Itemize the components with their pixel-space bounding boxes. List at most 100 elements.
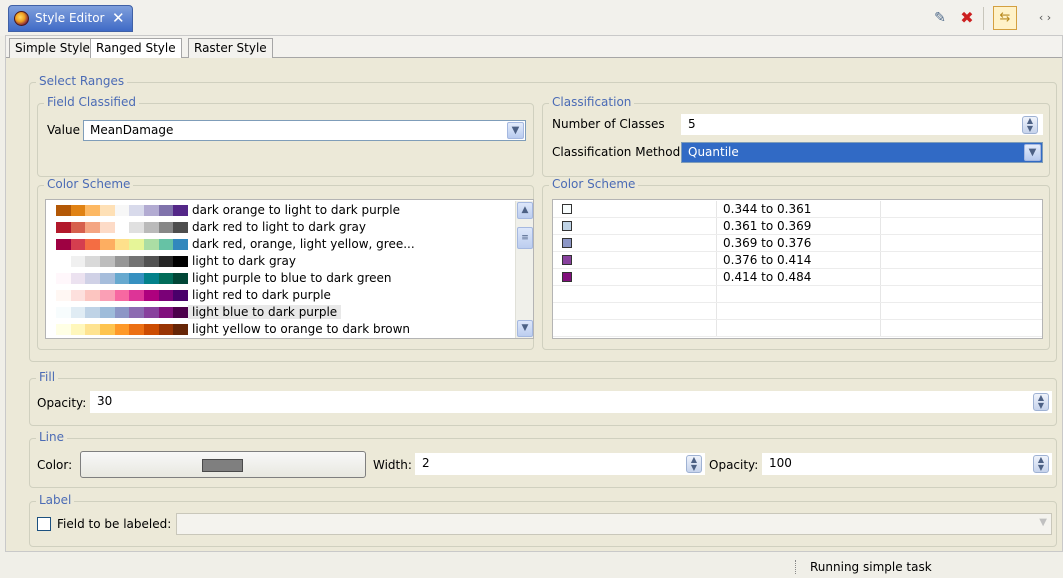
table-row[interactable]: 0.414 to 0.484 (553, 269, 1042, 286)
color-ramp-swatch (56, 273, 189, 284)
view-tab-style-editor[interactable]: Style Editor ✕ (8, 5, 133, 32)
color-scheme-item-label: light yellow to orange to dark brown (192, 322, 411, 336)
delete-style-icon[interactable]: ✖ (957, 8, 977, 28)
view-tab-bar: Style Editor ✕ ✎ ✖ ⇆ ‹ › (0, 0, 1063, 36)
color-scheme-classes-title: Color Scheme (549, 177, 639, 191)
field-classified-title: Field Classified (44, 95, 139, 109)
fill-title: Fill (36, 370, 59, 384)
color-scheme-item-label: light purple to blue to dark green (192, 271, 392, 285)
color-scheme-item[interactable]: dark orange to light to dark purple (46, 202, 526, 219)
chevron-down-icon[interactable]: ▼ (507, 122, 524, 139)
table-row[interactable]: 0.369 to 0.376 (553, 235, 1042, 252)
color-scheme-item-label: dark orange to light to dark purple (192, 203, 401, 217)
select-ranges-group: Select Ranges Field Classified Value Mea… (29, 74, 1057, 362)
class-color-swatch[interactable] (562, 272, 572, 282)
close-icon[interactable]: ✕ (112, 9, 125, 27)
line-width-label: Width: (373, 458, 412, 472)
column-divider (716, 252, 717, 268)
color-scheme-item-label: dark red to light to dark gray (192, 220, 366, 234)
class-color-swatch[interactable] (562, 204, 572, 214)
chevron-down-icon[interactable]: ▼ (1024, 144, 1041, 161)
classification-title: Classification (549, 95, 635, 109)
color-ramp-swatch (56, 256, 189, 267)
column-divider (880, 286, 881, 302)
classification-group: Classification Number of Classes 5 ▲ ▼ Cl… (542, 95, 1050, 177)
status-text: Running simple task (810, 560, 932, 574)
label-group: Label Field to be labeled: ▼ (29, 493, 1057, 547)
color-scheme-item-label: light blue to dark purple (188, 305, 342, 319)
class-color-swatch[interactable] (562, 238, 572, 248)
classification-method-select[interactable]: Quantile (681, 142, 1043, 163)
value-select[interactable]: MeanDamage (83, 120, 526, 141)
view-tab-title: Style Editor (35, 11, 105, 25)
color-scheme-scrollbar[interactable]: ▲ ≡ ▼ (515, 201, 533, 338)
color-ramp-swatch (56, 307, 189, 318)
class-color-swatch[interactable] (562, 221, 572, 231)
tab-simple-style[interactable]: Simple Style (9, 38, 96, 58)
num-classes-spinner-icon[interactable]: ▲ ▼ (1022, 116, 1038, 134)
scroll-up-icon[interactable]: ▲ (517, 202, 533, 219)
style-editor-panel: Simple Style Ranged Style Raster Style S… (5, 35, 1063, 552)
column-divider (716, 286, 717, 302)
column-divider (880, 303, 881, 319)
line-opacity-input[interactable]: 100 (762, 453, 1052, 475)
apply-style-icon[interactable]: ⇆ (993, 6, 1017, 30)
color-scheme-item[interactable]: light yellow to orange to dark brown (46, 321, 526, 338)
label-title: Label (36, 493, 75, 507)
column-divider (880, 218, 881, 234)
column-divider (716, 303, 717, 319)
scroll-down-icon[interactable]: ▼ (517, 320, 533, 337)
column-divider (880, 320, 881, 336)
import-style-icon[interactable]: ✎ (930, 8, 950, 28)
line-opacity-value: 100 (769, 456, 792, 470)
class-ranges-table[interactable]: 0.344 to 0.361 0.361 to 0.369 0.369 to 0.3… (552, 199, 1043, 339)
select-ranges-title: Select Ranges (36, 74, 128, 88)
class-range-label: 0.376 to 0.414 (723, 253, 812, 267)
line-width-spinner-icon[interactable]: ▲ ▼ (686, 455, 702, 473)
column-divider (716, 269, 717, 285)
color-scheme-palette-group: Color Scheme dark orange to light to dar… (37, 177, 534, 350)
column-divider (716, 235, 717, 251)
color-ramp-swatch (56, 290, 189, 301)
color-scheme-item[interactable]: light purple to blue to dark green (46, 270, 526, 287)
field-labeled-select[interactable]: ▼ (176, 513, 1052, 535)
column-divider (880, 201, 881, 217)
view-menu-icon[interactable]: ‹ › (1030, 8, 1060, 28)
color-scheme-item[interactable]: light to dark gray (46, 253, 526, 270)
fill-opacity-input[interactable]: 30 (90, 391, 1052, 413)
table-row[interactable]: 0.344 to 0.361 (553, 201, 1042, 218)
num-classes-input[interactable]: 5 (681, 114, 1043, 135)
line-color-swatch (202, 459, 243, 472)
class-range-label: 0.414 to 0.484 (723, 270, 812, 284)
line-color-button[interactable] (80, 451, 366, 478)
class-range-label: 0.369 to 0.376 (723, 236, 812, 250)
color-scheme-item[interactable]: dark red, orange, light yellow, gree... (46, 236, 526, 253)
table-row (553, 320, 1042, 337)
status-separator (795, 560, 796, 574)
color-scheme-item[interactable]: light blue to dark purple (46, 304, 526, 321)
table-row[interactable]: 0.376 to 0.414 (553, 252, 1042, 269)
color-scheme-item[interactable]: light red to dark purple (46, 287, 526, 304)
tab-raster-style[interactable]: Raster Style (188, 38, 273, 58)
color-scheme-item[interactable]: dark red to light to dark gray (46, 219, 526, 236)
scroll-thumb[interactable]: ≡ (517, 227, 533, 249)
line-opacity-spinner-icon[interactable]: ▲ ▼ (1033, 455, 1049, 473)
column-divider (716, 320, 717, 336)
classification-method-label: Classification Method (552, 145, 681, 159)
tab-ranged-style[interactable]: Ranged Style (90, 38, 182, 59)
class-color-swatch[interactable] (562, 255, 572, 265)
class-range-label: 0.361 to 0.369 (723, 219, 812, 233)
line-width-input[interactable]: 2 (415, 453, 705, 475)
table-row[interactable]: 0.361 to 0.369 (553, 218, 1042, 235)
color-ramp-swatch (56, 222, 189, 233)
color-scheme-palette-title: Color Scheme (44, 177, 134, 191)
fill-opacity-label: Opacity: (37, 396, 87, 410)
color-scheme-item-label: dark red, orange, light yellow, gree... (192, 237, 415, 251)
style-tabs: Simple Style Ranged Style Raster Style (6, 36, 1062, 59)
color-scheme-list[interactable]: dark orange to light to dark purple dark … (45, 199, 534, 339)
fill-opacity-spinner-icon[interactable]: ▲ ▼ (1033, 393, 1049, 411)
field-labeled-checkbox[interactable] (37, 517, 51, 531)
fill-group: Fill Opacity: 30 ▲ ▼ (29, 370, 1057, 426)
fill-opacity-value: 30 (97, 394, 113, 408)
color-ramp-swatch (56, 239, 189, 250)
